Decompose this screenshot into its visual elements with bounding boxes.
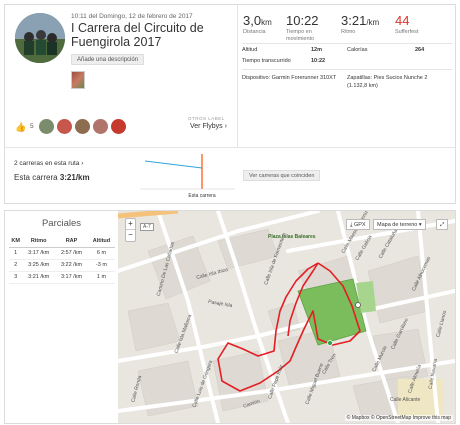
route-comparison: 2 carreras en esta ruta › Esta carrera 3… (5, 147, 455, 203)
stat-moving-time-label: Tiempo en movimiento (286, 29, 315, 42)
split-pace: 3:21 /km (22, 271, 56, 284)
split-pace: 3:17 /km (22, 247, 56, 260)
route-matches-link[interactable]: 2 carreras en esta ruta › (14, 160, 83, 167)
splits-panel: Parciales KM Ritmo RAP Altitud 1 3:17 /k… (5, 211, 118, 423)
splits-title: Parciales (41, 218, 82, 229)
this-run-marker-label: Esta carrera (188, 193, 215, 199)
stat-pace-value: 3:21 (341, 13, 367, 28)
splits-row[interactable]: 2 3:25 /km 3:22 /km -3 m (9, 259, 115, 272)
map-type-label: Mapa de terreno (377, 222, 418, 228)
stat-sufferfest[interactable]: 44 Sufferfest (395, 13, 418, 36)
splits-row[interactable]: 3 3:21 /km 3:17 /km 1 m (9, 271, 115, 284)
stat-sufferfest-label: Sufferfest (395, 29, 419, 35)
zoom-out-button[interactable]: − (126, 230, 135, 241)
this-run-pace: Esta carrera 3:21/km (14, 173, 90, 182)
kudos-count[interactable]: 5 (30, 123, 34, 130)
route-map[interactable]: Plaza Islas Baleares Calle Maestro Alben… (118, 211, 455, 423)
splits-header-row: KM Ritmo RAP Altitud (9, 235, 115, 248)
altitude-value: 12m (311, 47, 323, 53)
stat-sufferfest-value: 44 (395, 13, 410, 28)
split-elevation: 1 m (87, 271, 115, 284)
splits-col-gap: RAP (55, 235, 88, 248)
shoes-info[interactable]: Zapatillas: Pies Sucios Nunche 2 (347, 75, 427, 81)
split-gap: 2:57 /km (55, 247, 88, 260)
matching-runs-button[interactable]: Ver carreras que coinciden (243, 170, 321, 181)
device-info: Dispositivo: Garmin Forerunner 310XT (242, 75, 337, 81)
stat-distance-value: 3,0 (243, 13, 262, 28)
elapsed-time-value: 10:22 (311, 58, 326, 64)
kudo-avatar[interactable] (93, 119, 108, 134)
activity-title: I Carrera del Circuito de Fuengirola 201… (71, 21, 204, 49)
kudo-avatar[interactable] (111, 119, 126, 134)
chevron-down-icon: ▾ (418, 222, 422, 228)
split-km: 1 (9, 247, 23, 260)
calories-value: 264 (415, 47, 425, 53)
split-pace: 3:25 /km (22, 259, 56, 272)
stat-distance-label: Distancia (243, 29, 266, 35)
gpx-download-button[interactable]: ⤓ GPX (346, 219, 370, 230)
stat-moving-time-value: 10:22 (286, 13, 319, 28)
split-gap: 3:22 /km (55, 259, 88, 272)
split-km: 2 (9, 259, 23, 272)
stat-pace: 3:21/km Ritmo (341, 13, 379, 36)
splits-row[interactable]: 1 3:17 /km 2:57 /km 6 m (9, 247, 115, 260)
stat-distance-unit: km (261, 18, 272, 27)
calories-label: Calorías (347, 47, 368, 53)
details-separator (242, 69, 452, 70)
highway-badge: A-7 (140, 223, 154, 231)
fullscreen-button[interactable]: ⤢ (436, 219, 449, 230)
map-label: Calle Alicante (390, 397, 421, 403)
pace-comparison-line (144, 160, 203, 169)
shoes-distance: (1.132,8 km) (347, 83, 378, 89)
flyby-caption: OTROS LABEL (188, 116, 225, 121)
splits-col-elevation: Altitud (87, 235, 115, 248)
splits-col-pace: Ritmo (22, 235, 56, 248)
kudos-thumbs-up-icon[interactable]: 👍 (15, 122, 27, 132)
split-elevation: -3 m (87, 259, 115, 272)
stat-moving-time: 10:22 Tiempo en movimiento (286, 13, 330, 42)
chevron-right-icon: › (224, 123, 227, 130)
this-run-label: Esta carrera (14, 173, 58, 182)
splits-table: KM Ritmo RAP Altitud 1 3:17 /km 2:57 /km… (9, 235, 115, 284)
summary-divider (237, 5, 238, 147)
this-run-value: 3:21/km (59, 173, 90, 182)
route-start-marker (327, 340, 333, 346)
kudo-avatar[interactable] (39, 119, 54, 134)
route-end-marker (355, 302, 361, 308)
zoom-in-button[interactable]: + (126, 219, 135, 230)
download-icon: ⤓ (350, 222, 353, 228)
athlete-avatar[interactable] (15, 13, 65, 63)
add-description-button[interactable]: Añade una descripción (71, 54, 145, 65)
elapsed-time-label: Tiempo transcurrido (242, 58, 291, 64)
split-gap: 3:17 /km (55, 271, 88, 284)
activity-summary-card: 10:11 del Domingo, 12 de febrero de 2017… (4, 4, 456, 204)
splits-col-km: KM (9, 235, 23, 248)
gpx-label: GPX (353, 222, 366, 228)
activity-date: 10:11 del Domingo, 12 de febrero de 2017 (71, 13, 193, 20)
stat-pace-unit: /km (366, 18, 380, 27)
stat-pace-label: Ritmo (341, 29, 356, 35)
map-label: Plaza Islas Baleares (268, 234, 316, 240)
kudo-avatar[interactable] (75, 119, 90, 134)
route-matches-label: 2 carreras en esta ruta (14, 160, 80, 167)
map-zoom-control: + − (125, 218, 136, 242)
flyby-link[interactable]: Ver Flybys › (190, 123, 227, 130)
stat-distance: 3,0km Distancia (243, 13, 272, 36)
split-km: 3 (9, 271, 23, 284)
split-elevation: 6 m (87, 247, 115, 260)
stats-separator (242, 43, 452, 44)
chevron-right-icon: › (81, 160, 84, 167)
pace-comparison-chart: Esta carrera (140, 154, 235, 199)
activity-photo-thumbnail[interactable] (71, 71, 85, 89)
expand-icon: ⤢ (440, 222, 445, 228)
map-attribution[interactable]: © Mapbox © OpenStreetMap Improve this ma… (344, 415, 453, 421)
map-splits-card: Parciales KM Ritmo RAP Altitud 1 3:17 /k… (4, 210, 456, 424)
map-type-select[interactable]: Mapa de terreno ▾ (373, 219, 426, 230)
flyby-link-label: Ver Flybys (190, 123, 223, 130)
altitude-label: Altitud (242, 47, 258, 53)
kudo-avatar[interactable] (57, 119, 72, 134)
